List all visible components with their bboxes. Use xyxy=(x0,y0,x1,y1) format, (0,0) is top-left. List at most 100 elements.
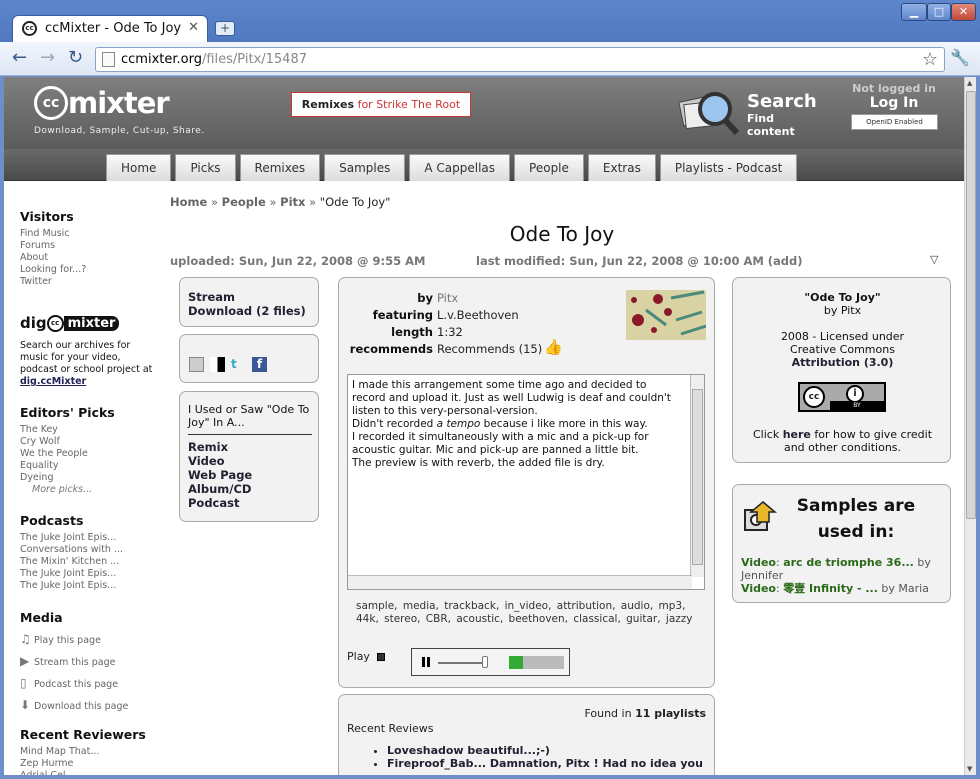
dig-link[interactable]: dig.ccMixter xyxy=(20,376,86,387)
crumb-home[interactable]: Home xyxy=(170,195,207,209)
sample-link[interactable]: 零壹 Infinity - ... xyxy=(783,582,878,595)
sidebar-link[interactable]: Forums xyxy=(20,240,170,252)
wrench-menu-icon[interactable]: 🔧 xyxy=(950,48,970,67)
description-vscrollbar[interactable] xyxy=(690,375,704,577)
login-link[interactable]: Log In xyxy=(849,95,939,111)
share-people-icon[interactable] xyxy=(189,357,204,372)
used-in-link[interactable]: Video xyxy=(188,454,312,468)
download-page-link[interactable]: ⬇ Download this page xyxy=(20,695,170,717)
crumb-user[interactable]: Pitx xyxy=(280,195,305,209)
facebook-icon[interactable]: f xyxy=(252,357,267,372)
scroll-thumb[interactable] xyxy=(692,389,703,565)
reload-button[interactable]: ↻ xyxy=(68,48,83,68)
openid-badge[interactable]: OpenID Enabled xyxy=(851,114,938,130)
sidebar-link[interactable]: The Mixin' Kitchen ... xyxy=(20,556,170,568)
minimize-button[interactable]: ▁ xyxy=(901,3,927,21)
sidebar-link[interactable]: Twitter xyxy=(20,276,170,288)
play-label[interactable]: Play xyxy=(347,650,386,663)
stream-page-link[interactable]: ▶ Stream this page xyxy=(20,651,170,673)
tab-a-cappellas[interactable]: A Cappellas xyxy=(409,154,511,181)
page-scroll-thumb[interactable] xyxy=(966,91,976,519)
thumbs-up-icon[interactable]: 👍 xyxy=(544,339,563,356)
sidebar-link[interactable]: Find Music xyxy=(20,228,170,240)
credit-here-link[interactable]: here xyxy=(783,428,811,441)
stream-link[interactable]: Stream xyxy=(188,290,306,304)
tab-playlists-podcast[interactable]: Playlists - Podcast xyxy=(659,154,798,181)
description-textarea[interactable]: I made this arrangement some time ago an… xyxy=(347,374,705,590)
tab-close-icon[interactable]: ✕ xyxy=(188,20,199,35)
sidebar-link[interactable]: The Juke Joint Epis... xyxy=(20,580,170,592)
more-picks-link[interactable]: More picks... xyxy=(20,484,170,496)
tab-extras[interactable]: Extras xyxy=(587,154,656,181)
sidebar-link[interactable]: The Key xyxy=(20,424,170,436)
scroll-up-icon[interactable]: ▲ xyxy=(967,79,972,87)
pause-icon[interactable] xyxy=(422,657,430,667)
review-item[interactable]: Fireproof_Bab... Damnation, Pitx ! Had n… xyxy=(387,757,703,770)
crumb-people[interactable]: People xyxy=(222,195,266,209)
license-by: by Pitx xyxy=(823,304,862,317)
tab-home[interactable]: Home xyxy=(106,154,172,181)
track-thumbnail[interactable] xyxy=(626,290,706,340)
close-window-button[interactable]: ✕ xyxy=(951,3,976,21)
search-magnifier-icon[interactable] xyxy=(677,87,741,137)
podcast-page-link[interactable]: ▯ Podcast this page xyxy=(20,673,170,695)
delicious-icon[interactable] xyxy=(210,357,225,372)
tab-samples[interactable]: Samples xyxy=(324,154,406,181)
sidebar-link[interactable]: Mind Map That... xyxy=(20,746,170,758)
address-bar[interactable]: ccmixter.org/files/Pitx/15487 ☆ xyxy=(95,47,945,72)
description-part: Didn't recorded xyxy=(352,418,437,430)
dig-ccmixter-logo[interactable]: dig cc mixter xyxy=(20,314,140,336)
sidebar-link[interactable]: The Juke Joint Epis... xyxy=(20,532,170,544)
progress-bar[interactable] xyxy=(509,656,564,669)
tab-remixes[interactable]: Remixes xyxy=(239,154,321,181)
used-in-link[interactable]: Album/CD xyxy=(188,482,312,496)
sidebar-link[interactable]: Zep Hurme xyxy=(20,758,170,770)
back-button[interactable]: ← xyxy=(12,48,27,68)
play-checkbox-icon[interactable] xyxy=(377,653,386,661)
featuring-key: featuring xyxy=(372,308,433,322)
forward-button[interactable]: → xyxy=(40,48,55,68)
found-link[interactable]: 11 playlists xyxy=(635,707,706,720)
play-page-link[interactable]: ♫ Play this page xyxy=(20,629,170,651)
cc-by-badge[interactable]: cc i BY xyxy=(798,382,886,412)
used-in-link[interactable]: Remix xyxy=(188,440,312,454)
ccmixter-logo[interactable]: cc mixter xyxy=(34,86,170,120)
description-hscrollbar[interactable] xyxy=(348,575,692,589)
maximize-button[interactable]: □ xyxy=(927,3,951,21)
tab-picks[interactable]: Picks xyxy=(175,154,236,181)
sidebar-link[interactable]: Cry Wolf xyxy=(20,436,170,448)
tags-list[interactable]: sample, media, trackback, in_video, attr… xyxy=(356,600,706,626)
cc-favicon-icon: cc xyxy=(22,21,37,36)
promo-banner[interactable]: Remixes for Strike The Root xyxy=(291,92,471,117)
browser-tab[interactable]: cc ccMixter - Ode To Joy ✕ xyxy=(12,15,208,42)
volume-knob[interactable] xyxy=(482,656,488,668)
sidebar-link[interactable]: Looking for...? xyxy=(20,264,170,276)
by-value[interactable]: Pitx xyxy=(437,290,458,307)
sidebar-link[interactable]: Dyeing xyxy=(20,472,170,484)
download-link[interactable]: Download (2 files) xyxy=(188,304,306,318)
sidebar-link[interactable]: The Juke Joint Epis... xyxy=(20,568,170,580)
sidebar-link[interactable]: Conversations with ... xyxy=(20,544,170,556)
volume-slider[interactable] xyxy=(438,662,488,664)
license-attribution-link[interactable]: Attribution (3.0) xyxy=(733,356,952,369)
sidebar-link[interactable]: Adrial Cel... xyxy=(20,770,170,775)
scroll-down-icon[interactable]: ▼ xyxy=(967,765,972,773)
used-in-link[interactable]: Web Page xyxy=(188,468,312,482)
review-item[interactable]: Loveshadow beautiful...;-) xyxy=(387,744,703,757)
new-tab-button[interactable]: + xyxy=(215,21,235,36)
bookmark-star-icon[interactable]: ☆ xyxy=(922,49,938,70)
tab-people[interactable]: People xyxy=(514,154,584,181)
used-in-link[interactable]: Podcast xyxy=(188,496,312,510)
page-scrollbar[interactable]: ▲ ▼ xyxy=(964,77,976,775)
search-link[interactable]: Search Find content xyxy=(747,91,817,138)
length-value: 1:32 xyxy=(437,325,463,339)
modified-date: last modified: Sun, Jun 22, 2008 @ 10:00… xyxy=(476,254,803,268)
flag-icon[interactable]: ▽ xyxy=(930,253,938,266)
audio-player[interactable] xyxy=(411,648,570,676)
twitter-icon[interactable]: t xyxy=(231,357,246,372)
sample-link[interactable]: arc de triomphe 36... xyxy=(783,556,914,569)
sidebar-link[interactable]: We the People xyxy=(20,448,170,460)
tagline: Download, Sample, Cut-up, Share. xyxy=(34,126,205,136)
sidebar-link[interactable]: About xyxy=(20,252,170,264)
sidebar-link[interactable]: Equality xyxy=(20,460,170,472)
